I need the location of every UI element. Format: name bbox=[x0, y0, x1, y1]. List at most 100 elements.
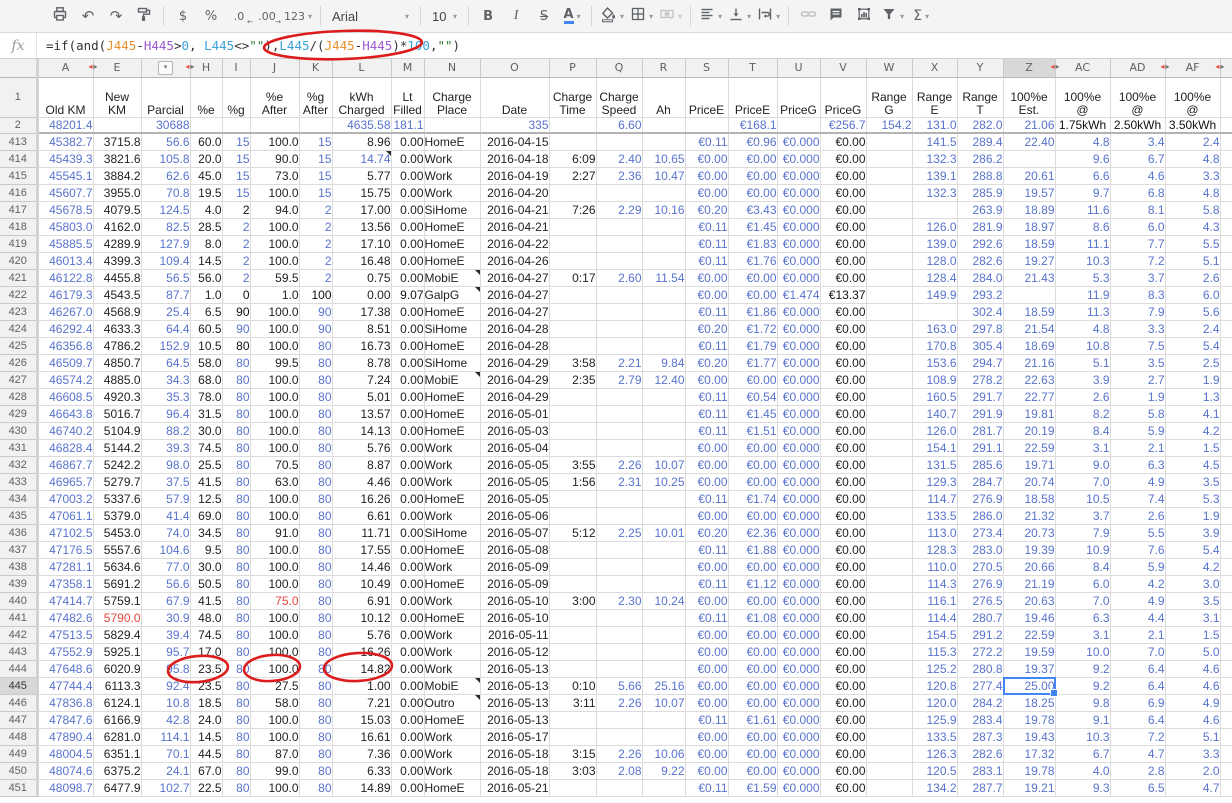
cell-J-450[interactable]: 99.0 bbox=[250, 762, 299, 779]
cell-E-416[interactable]: 3955.0 bbox=[93, 184, 141, 201]
cell-V-418[interactable]: €0.00 bbox=[820, 218, 866, 235]
cell-H-437[interactable]: 9.5 bbox=[190, 541, 222, 558]
cell-K-430[interactable]: 80 bbox=[299, 422, 332, 439]
cell-N-426[interactable]: SiHome bbox=[424, 354, 480, 371]
cell-A-447[interactable]: 47847.6 bbox=[37, 711, 93, 728]
cell-J-443[interactable]: 100.0 bbox=[250, 643, 299, 660]
cell-parcial-415[interactable]: 62.6 bbox=[141, 167, 190, 184]
cell-stub-431[interactable] bbox=[1220, 439, 1232, 456]
insert-link-button[interactable] bbox=[794, 4, 822, 28]
cell-K-416[interactable]: 15 bbox=[299, 184, 332, 201]
cell-T-430[interactable]: €1.51 bbox=[728, 422, 777, 439]
cell-P-442[interactable] bbox=[549, 626, 596, 643]
cell-T-417[interactable]: €3.43 bbox=[728, 201, 777, 218]
cell-K-433[interactable]: 80 bbox=[299, 473, 332, 490]
cell-M-441[interactable]: 0.00 bbox=[391, 609, 424, 626]
cell-T-421[interactable]: €0.00 bbox=[728, 269, 777, 286]
cell-Z-413[interactable]: 22.40 bbox=[1003, 133, 1055, 150]
cell-P-426[interactable]: 3:58 bbox=[549, 354, 596, 371]
cell-U-429[interactable]: €0.000 bbox=[777, 405, 820, 422]
cell-P-439[interactable] bbox=[549, 575, 596, 592]
hidden-columns-left-icon[interactable]: ▸ bbox=[94, 63, 98, 71]
cell-I-418[interactable]: 2 bbox=[222, 218, 250, 235]
cell-T-433[interactable]: €0.00 bbox=[728, 473, 777, 490]
cell-Y-424[interactable]: 297.8 bbox=[957, 320, 1003, 337]
cell-Q-430[interactable] bbox=[596, 422, 642, 439]
cell-T-413[interactable]: €0.96 bbox=[728, 133, 777, 150]
cell-parcial-450[interactable]: 24.1 bbox=[141, 762, 190, 779]
cell-I-451[interactable]: 80 bbox=[222, 779, 250, 796]
strikethrough-button[interactable]: S bbox=[530, 4, 558, 28]
cell-W-441[interactable] bbox=[866, 609, 912, 626]
cell-P-413[interactable] bbox=[549, 133, 596, 150]
cell-Q-446[interactable]: 2.26 bbox=[596, 694, 642, 711]
cell-stub-413[interactable] bbox=[1220, 133, 1232, 150]
cell-K-444[interactable]: 80 bbox=[299, 660, 332, 677]
cell-A-446[interactable]: 47836.8 bbox=[37, 694, 93, 711]
cell-J-414[interactable]: 90.0 bbox=[250, 150, 299, 167]
cell-J-425[interactable]: 100.0 bbox=[250, 337, 299, 354]
cell-W-430[interactable] bbox=[866, 422, 912, 439]
cell-H-435[interactable]: 69.0 bbox=[190, 507, 222, 524]
cell-K-431[interactable]: 80 bbox=[299, 439, 332, 456]
cell-U-445[interactable]: €0.000 bbox=[777, 677, 820, 694]
cell-N-439[interactable]: HomeE bbox=[424, 575, 480, 592]
cell-L-447[interactable]: 15.03 bbox=[332, 711, 391, 728]
cell-K-426[interactable]: 80 bbox=[299, 354, 332, 371]
cell-AF-434[interactable]: 5.3 bbox=[1165, 490, 1220, 507]
header-cell-T[interactable]: PriceE bbox=[728, 77, 777, 117]
cell-M-423[interactable]: 0.00 bbox=[391, 303, 424, 320]
cell-R-424[interactable] bbox=[642, 320, 685, 337]
cell-V-414[interactable]: €0.00 bbox=[820, 150, 866, 167]
column-header-stub[interactable]: ▸ bbox=[1220, 59, 1232, 77]
cell-stub-424[interactable] bbox=[1220, 320, 1232, 337]
cell-stub-426[interactable] bbox=[1220, 354, 1232, 371]
cell-A-427[interactable]: 46574.2 bbox=[37, 371, 93, 388]
cell-W-439[interactable] bbox=[866, 575, 912, 592]
cell-AC-419[interactable]: 11.1 bbox=[1055, 235, 1110, 252]
cell-H-418[interactable]: 28.5 bbox=[190, 218, 222, 235]
cell-AD-415[interactable]: 4.6 bbox=[1110, 167, 1165, 184]
column-header-parcial[interactable]: ▾◂ bbox=[141, 59, 190, 77]
cell-V-445[interactable]: €0.00 bbox=[820, 677, 866, 694]
cell-J-434[interactable]: 100.0 bbox=[250, 490, 299, 507]
cell-E-434[interactable]: 5337.6 bbox=[93, 490, 141, 507]
cell-O-431[interactable]: 2016-05-04 bbox=[480, 439, 549, 456]
cell-U-441[interactable]: €0.000 bbox=[777, 609, 820, 626]
cell-parcial-423[interactable]: 25.4 bbox=[141, 303, 190, 320]
cell-Y-421[interactable]: 284.0 bbox=[957, 269, 1003, 286]
cell-AC-426[interactable]: 5.1 bbox=[1055, 354, 1110, 371]
cell-Z-439[interactable]: 21.19 bbox=[1003, 575, 1055, 592]
cell-AF-440[interactable]: 3.5 bbox=[1165, 592, 1220, 609]
cell-U-444[interactable]: €0.000 bbox=[777, 660, 820, 677]
cell-AD-430[interactable]: 5.9 bbox=[1110, 422, 1165, 439]
cell-AD-419[interactable]: 7.7 bbox=[1110, 235, 1165, 252]
cell-H-427[interactable]: 68.0 bbox=[190, 371, 222, 388]
cell-AD-423[interactable]: 7.9 bbox=[1110, 303, 1165, 320]
cell-O-451[interactable]: 2016-05-21 bbox=[480, 779, 549, 796]
column-header-S[interactable]: S bbox=[685, 59, 728, 77]
cell-M-416[interactable]: 0.00 bbox=[391, 184, 424, 201]
cell-W-414[interactable] bbox=[866, 150, 912, 167]
cell-T-437[interactable]: €1.88 bbox=[728, 541, 777, 558]
column-header-W[interactable]: W bbox=[866, 59, 912, 77]
cell-W-435[interactable] bbox=[866, 507, 912, 524]
cell-Z-418[interactable]: 18.97 bbox=[1003, 218, 1055, 235]
cell-N-447[interactable]: HomeE bbox=[424, 711, 480, 728]
cell-AC-437[interactable]: 10.9 bbox=[1055, 541, 1110, 558]
cell-Q-428[interactable] bbox=[596, 388, 642, 405]
cell-K-420[interactable]: 2 bbox=[299, 252, 332, 269]
cell-E-427[interactable]: 4885.0 bbox=[93, 371, 141, 388]
cell-A-440[interactable]: 47414.7 bbox=[37, 592, 93, 609]
cell-K-441[interactable]: 80 bbox=[299, 609, 332, 626]
cell-Y-447[interactable]: 283.4 bbox=[957, 711, 1003, 728]
cell-V-447[interactable]: €0.00 bbox=[820, 711, 866, 728]
cell-P-427[interactable]: 2:35 bbox=[549, 371, 596, 388]
cell-S-441[interactable]: €0.11 bbox=[685, 609, 728, 626]
cell-stub-444[interactable] bbox=[1220, 660, 1232, 677]
cell-T-419[interactable]: €1.83 bbox=[728, 235, 777, 252]
cell-L-438[interactable]: 14.46 bbox=[332, 558, 391, 575]
cell-Q-417[interactable]: 2.29 bbox=[596, 201, 642, 218]
cell-X-449[interactable]: 126.3 bbox=[912, 745, 957, 762]
header-cell-W[interactable]: Range G bbox=[866, 77, 912, 117]
